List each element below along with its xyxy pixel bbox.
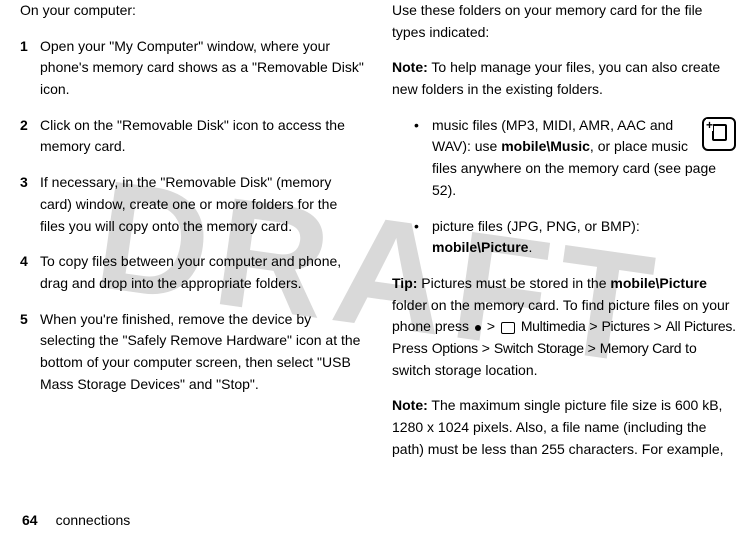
gt: > [584,340,600,356]
tip-paragraph: Tip: Pictures must be stored in the mobi… [392,273,736,381]
menu-multimedia: Multimedia [521,318,586,334]
menu-all-pictures: All Pictures [666,318,732,334]
step-1: 1 Open your "My Computer" window, where … [20,36,364,101]
step-2: 2 Click on the "Removable Disk" icon to … [20,115,364,158]
bullet-music: • music files (MP3, MIDI, AMR, AAC and W… [392,115,736,202]
left-column: On your computer: 1 Open your "My Comput… [20,0,364,474]
music-card-icon [702,117,736,151]
menu-pictures: Pictures [601,318,649,334]
step-text: Open your "My Computer" window, where yo… [40,36,364,101]
page-number: 64 [22,512,38,528]
bullet-bold: mobile\Music [501,138,590,154]
bullet-text: music files (MP3, MIDI, AMR, AAC and WAV… [432,115,736,202]
menu-memory-card: Memory Card [600,340,682,356]
page-footer: 64 connections [22,510,130,532]
step-text: If necessary, in the "Removable Disk" (m… [40,172,364,237]
note-label: Note: [392,59,428,75]
tip-pre: Pictures must be stored in the [417,275,610,291]
gt: > [478,340,494,356]
step-4: 4 To copy files between your computer an… [20,251,364,294]
step-text: Click on the "Removable Disk" icon to ac… [40,115,364,158]
step-5: 5 When you're finished, remove the devic… [20,309,364,396]
step-number: 2 [20,115,40,158]
menu-options: Options [432,340,478,356]
bullet-text: picture files (JPG, PNG, or BMP): mobile… [432,216,736,259]
bullet-picture: • picture files (JPG, PNG, or BMP): mobi… [392,216,736,259]
step-text: To copy files between your computer and … [40,251,364,294]
note-1: Note: To help manage your files, you can… [392,57,736,100]
bullet-mark: • [414,115,432,202]
note-text: To help manage your files, you can also … [392,59,720,97]
gt: > [650,318,666,334]
step-number: 4 [20,251,40,294]
multimedia-icon [501,322,515,334]
tip-bold-path: mobile\Picture [610,275,706,291]
center-key-icon [475,325,481,331]
bullet-bold: mobile\Picture [432,239,528,255]
menu-switch-storage: Switch Storage [494,340,584,356]
bullet-pre: picture files (JPG, PNG, or BMP): [432,218,640,234]
bullet-post: . [528,239,532,255]
right-intro: Use these folders on your memory card fo… [392,0,736,43]
note-label: Note: [392,397,428,413]
step-number: 3 [20,172,40,237]
step-3: 3 If necessary, in the "Removable Disk" … [20,172,364,237]
step-number: 1 [20,36,40,101]
left-intro: On your computer: [20,0,364,22]
gt: > [586,318,602,334]
section-name: connections [56,512,131,528]
gt: > [483,318,499,334]
right-column: Use these folders on your memory card fo… [392,0,736,474]
tip-label: Tip: [392,275,417,291]
page-content: On your computer: 1 Open your "My Comput… [0,0,756,474]
step-number: 5 [20,309,40,396]
note-2: Note: The maximum single picture file si… [392,395,736,460]
step-text: When you're finished, remove the device … [40,309,364,396]
bullet-mark: • [414,216,432,259]
note-text: The maximum single picture file size is … [392,397,724,456]
